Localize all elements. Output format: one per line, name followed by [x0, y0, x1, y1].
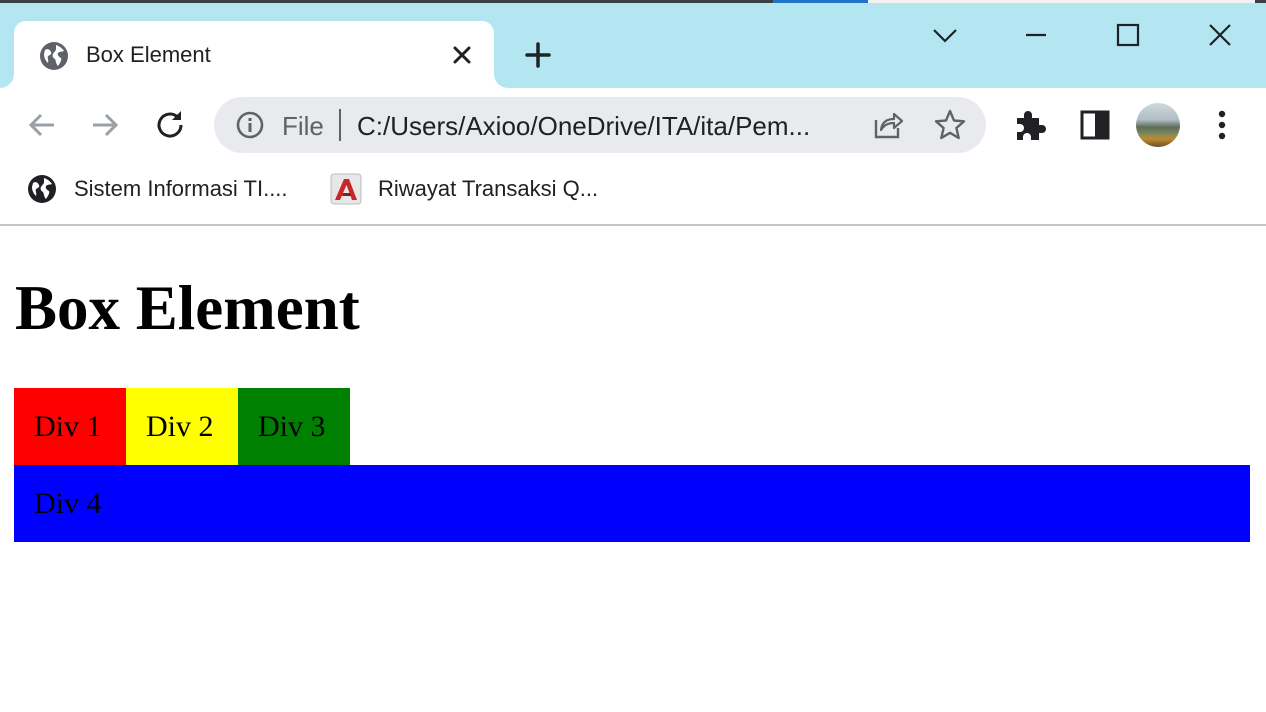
maximize-icon[interactable]	[1106, 14, 1150, 58]
info-icon[interactable]	[235, 110, 265, 140]
address-url-text[interactable]: C:/Users/Axioo/OneDrive/ITA/ita/Pem...	[357, 111, 847, 141]
profile-avatar[interactable]	[1136, 103, 1180, 147]
div-4-box: Div 4	[14, 465, 1250, 542]
div-1-box: Div 1	[14, 388, 126, 465]
bookmark-riwayat-transaksi[interactable]: Riwayat Transaksi Q...	[378, 175, 598, 203]
address-scheme-label[interactable]: File	[282, 111, 324, 141]
red-logo-icon	[330, 173, 362, 205]
bookmark-sistem-informasi[interactable]: Sistem Informasi TI....	[74, 175, 288, 203]
div-2-box: Div 2	[126, 388, 238, 465]
taskbar-strip-accent	[773, 0, 868, 3]
tab-corner-right	[494, 68, 508, 88]
extensions-puzzle-icon[interactable]	[1011, 106, 1049, 144]
tab-title: Box Element	[86, 42, 211, 67]
bookmark-star-icon[interactable]	[932, 107, 968, 143]
tab-close-icon[interactable]	[447, 40, 477, 70]
taskbar-strip-light	[868, 0, 1255, 3]
window-close-icon[interactable]	[1198, 14, 1242, 58]
globe-icon	[40, 42, 68, 70]
taskbar-strip	[0, 0, 1266, 3]
globe-icon	[28, 175, 56, 203]
share-icon[interactable]	[868, 106, 906, 144]
more-vertical-icon[interactable]	[1203, 105, 1241, 145]
page-content: Box Element Div 1 Div 2 Div 3 Div 4	[0, 227, 1266, 712]
side-panel-icon[interactable]	[1076, 106, 1114, 144]
tab-search-chevron-down-icon[interactable]	[923, 14, 967, 58]
address-divider	[339, 109, 341, 141]
new-tab-plus-icon[interactable]	[521, 38, 555, 72]
forward-arrow-icon[interactable]	[83, 103, 127, 147]
back-arrow-icon[interactable]	[20, 103, 64, 147]
minimize-icon[interactable]	[1014, 14, 1058, 58]
div-3-box: Div 3	[238, 388, 350, 465]
reload-icon[interactable]	[148, 103, 192, 147]
tab-corner-left	[0, 68, 14, 88]
page-heading: Box Element	[15, 273, 360, 343]
